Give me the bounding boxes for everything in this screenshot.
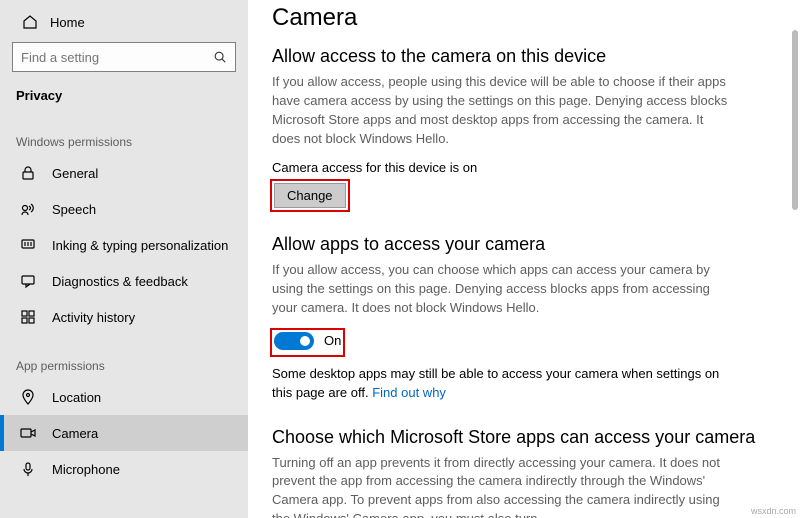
search-icon: [213, 50, 227, 64]
section-description: Turning off an app prevents it from dire…: [272, 454, 732, 518]
section-store-apps: Choose which Microsoft Store apps can ac…: [272, 427, 770, 518]
sidebar-item-location[interactable]: Location: [0, 379, 248, 415]
find-out-why-link[interactable]: Find out why: [372, 385, 446, 400]
sidebar-item-label: General: [52, 166, 98, 181]
sidebar-item-label: Camera: [52, 426, 98, 441]
sidebar-item-activity[interactable]: Activity history: [0, 299, 248, 335]
sidebar: Home Privacy Windows permissions General…: [0, 0, 248, 518]
microphone-icon: [20, 461, 36, 477]
page-title: Camera: [272, 4, 770, 32]
lock-icon: [20, 165, 36, 181]
sidebar-item-microphone[interactable]: Microphone: [0, 451, 248, 487]
sidebar-item-label: Inking & typing personalization: [52, 238, 228, 253]
scrollbar[interactable]: [792, 30, 798, 210]
inking-icon: [20, 237, 36, 253]
search-box[interactable]: [12, 42, 236, 72]
sidebar-item-label: Speech: [52, 202, 96, 217]
toggle-switch-on: [274, 332, 314, 350]
location-icon: [20, 389, 36, 405]
activity-icon: [20, 309, 36, 325]
sidebar-item-camera[interactable]: Camera: [0, 415, 248, 451]
sidebar-item-label: Location: [52, 390, 101, 405]
watermark: wsxdn.com: [751, 506, 796, 516]
sidebar-item-general[interactable]: General: [0, 155, 248, 191]
highlight-change: Change: [272, 181, 348, 210]
sidebar-item-inking[interactable]: Inking & typing personalization: [0, 227, 248, 263]
home-icon: [22, 14, 38, 30]
sidebar-item-speech[interactable]: Speech: [0, 191, 248, 227]
apps-access-toggle[interactable]: On: [274, 332, 341, 350]
note-text: Some desktop apps may still be able to a…: [272, 366, 719, 400]
section-label-app: App permissions: [0, 335, 248, 379]
section-description: If you allow access, people using this d…: [272, 73, 732, 148]
section-device-access: Allow access to the camera on this devic…: [272, 46, 770, 210]
speech-icon: [20, 201, 36, 217]
section-description: If you allow access, you can choose whic…: [272, 261, 732, 318]
change-button[interactable]: Change: [274, 183, 346, 208]
section-label-windows: Windows permissions: [0, 111, 248, 155]
sidebar-item-label: Microphone: [52, 462, 120, 477]
highlight-toggle: On: [272, 330, 343, 355]
section-heading: Allow apps to access your camera: [272, 234, 770, 255]
feedback-icon: [20, 273, 36, 289]
content-area: Camera Allow access to the camera on thi…: [248, 0, 800, 518]
home-nav[interactable]: Home: [0, 8, 248, 38]
section-heading: Choose which Microsoft Store apps can ac…: [272, 427, 770, 448]
section-heading: Allow access to the camera on this devic…: [272, 46, 770, 67]
sidebar-item-label: Diagnostics & feedback: [52, 274, 188, 289]
search-input[interactable]: [21, 50, 213, 65]
toggle-label: On: [324, 333, 341, 348]
app-permissions-list: Location Camera Microphone: [0, 379, 248, 487]
camera-icon: [20, 425, 36, 441]
sidebar-item-label: Activity history: [52, 310, 135, 325]
windows-permissions-list: General Speech Inking & typing personali…: [0, 155, 248, 335]
section-app-access: Allow apps to access your camera If you …: [272, 234, 770, 402]
device-access-status: Camera access for this device is on: [272, 160, 770, 175]
sidebar-current-category: Privacy: [0, 82, 248, 111]
desktop-apps-note: Some desktop apps may still be able to a…: [272, 365, 732, 403]
home-label: Home: [50, 15, 85, 30]
sidebar-item-diagnostics[interactable]: Diagnostics & feedback: [0, 263, 248, 299]
